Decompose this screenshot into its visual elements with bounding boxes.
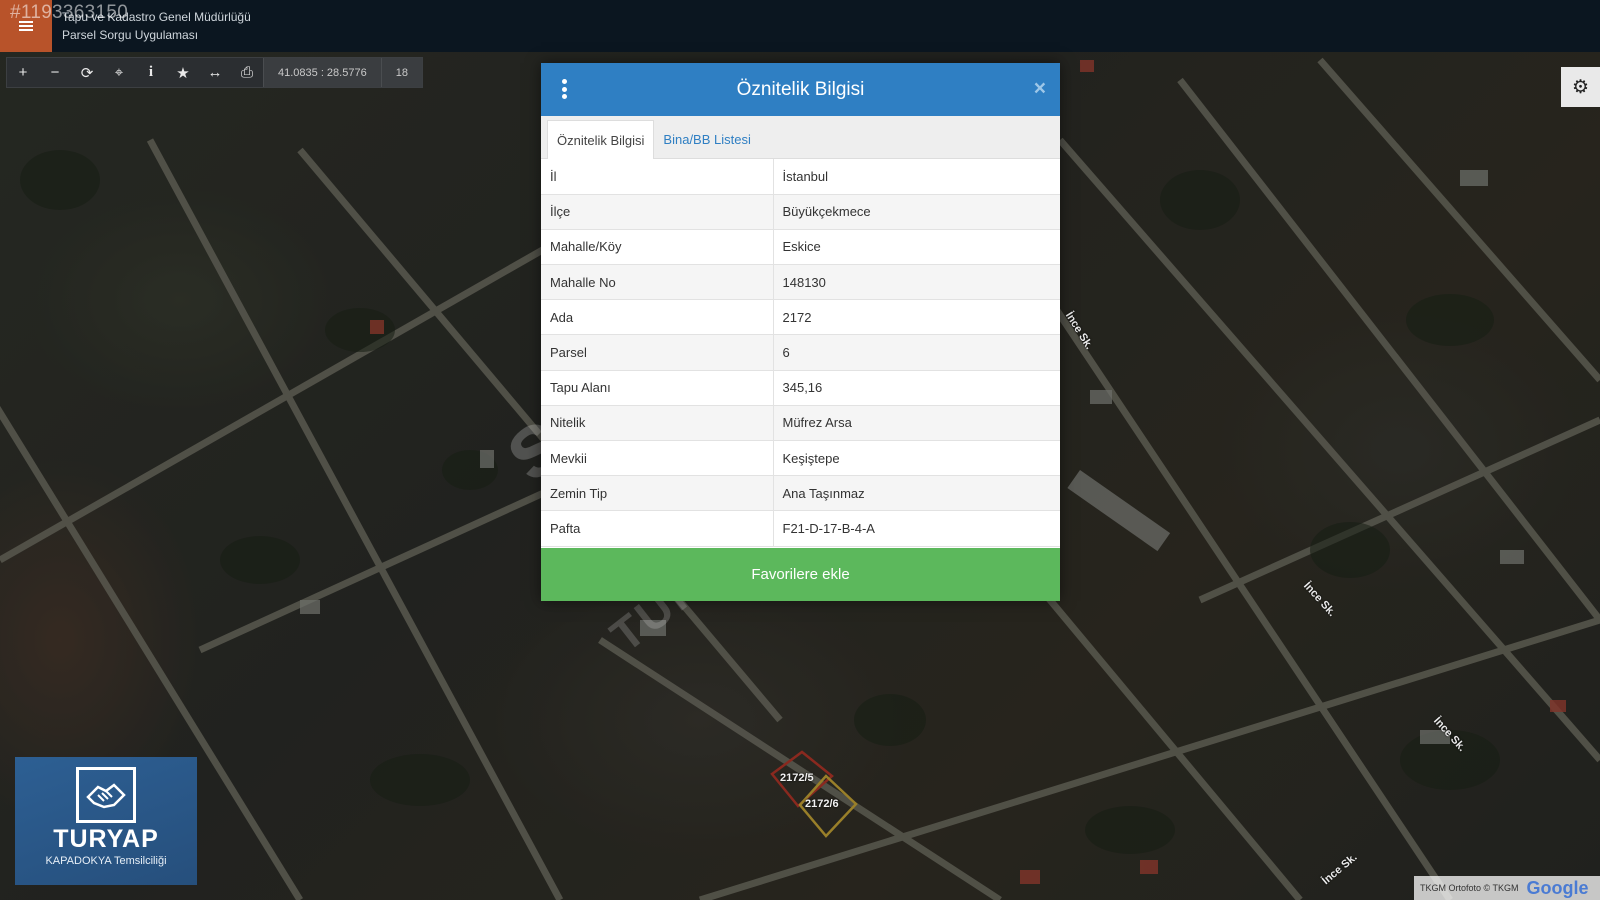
google-logo: Google: [1526, 877, 1589, 898]
attr-value: 345,16: [773, 370, 1060, 406]
attr-key: Nitelik: [541, 405, 774, 442]
listing-id-watermark: #1193363150: [10, 2, 129, 23]
logo-branch: KAPADOKYA Temsilciliği: [45, 855, 167, 867]
coordinate-readout: 41.0835 : 28.5776: [263, 58, 381, 87]
settings-button[interactable]: ⚙: [1561, 67, 1600, 107]
attr-value: Müfrez Arsa: [773, 405, 1060, 442]
dialog-header: Öznitelik Bilgisi ×: [541, 63, 1060, 116]
attr-value: 2172: [773, 299, 1060, 336]
logo-name: TURYAP: [53, 825, 159, 853]
attr-value: İstanbul: [773, 159, 1060, 195]
table-row: Pafta F21-D-17-B-4-A: [541, 510, 1060, 547]
table-row: Mahalle No 148130: [541, 264, 1060, 301]
tab-building-list[interactable]: Bina/BB Listesi: [654, 120, 759, 158]
attr-key: Mevkii: [541, 440, 774, 477]
dialog-tabs: Öznitelik Bilgisi Bina/BB Listesi: [541, 116, 1060, 159]
attr-value: Eskice: [773, 229, 1060, 266]
attr-value: Ana Taşınmaz: [773, 475, 1060, 512]
table-row: Parsel 6: [541, 334, 1060, 371]
attr-key: Ada: [541, 299, 774, 336]
attr-key: Zemin Tip: [541, 475, 774, 512]
attr-key: Parsel: [541, 334, 774, 371]
add-to-favorites-button[interactable]: Favorilere ekle: [541, 548, 1060, 601]
refresh-icon[interactable]: ⟳: [71, 58, 103, 87]
table-row: Mevkii Keşiştepe: [541, 440, 1060, 477]
print-icon[interactable]: ⎙: [231, 58, 263, 87]
attr-value: 6: [773, 334, 1060, 371]
gear-icon: ⚙: [1571, 76, 1590, 98]
attr-key: İlçe: [541, 194, 774, 230]
locate-icon[interactable]: ⌖: [103, 58, 135, 87]
app-header: Tapu ve Kadastro Genel Müdürlüğü Parsel …: [0, 0, 1600, 52]
attr-value: Büyükçekmece: [773, 194, 1060, 230]
zoom-out-icon[interactable]: −: [39, 58, 71, 87]
handshake-icon: [76, 767, 136, 823]
attr-key: Tapu Alanı: [541, 370, 774, 406]
star-icon[interactable]: ★: [167, 58, 199, 87]
table-row: Zemin Tip Ana Taşınmaz: [541, 475, 1060, 512]
attr-key: İl: [541, 159, 774, 195]
attr-value: F21-D-17-B-4-A: [773, 510, 1060, 547]
attr-key: Mahalle/Köy: [541, 229, 774, 266]
table-row: İl İstanbul: [541, 159, 1060, 195]
zoom-in-icon[interactable]: +: [7, 58, 39, 87]
attr-key: Pafta: [541, 510, 774, 547]
more-options-icon[interactable]: [561, 79, 567, 99]
attribute-table: İl İstanbul İlçe Büyükçekmece Mahalle/Köy E…: [541, 159, 1060, 547]
table-row: Mahalle/Köy Eskice: [541, 229, 1060, 266]
tab-attribute-info[interactable]: Öznitelik Bilgisi: [547, 120, 655, 159]
map-attribution: TKGM Ortofoto © TKGM Google: [1414, 876, 1600, 900]
parcel-label: 2172/5: [780, 772, 814, 784]
table-row: Tapu Alanı 345,16: [541, 370, 1060, 406]
table-row: Ada 2172: [541, 299, 1060, 336]
attr-key: Mahalle No: [541, 264, 774, 301]
table-row: Nitelik Müfrez Arsa: [541, 405, 1060, 442]
attribution-text: TKGM Ortofoto © TKGM: [1420, 883, 1519, 893]
table-row: İlçe Büyükçekmece: [541, 194, 1060, 230]
zoom-level-readout: 18: [380, 58, 422, 87]
attr-value: Keşiştepe: [773, 440, 1060, 477]
info-icon[interactable]: i: [135, 58, 167, 87]
parcel-label: 2172/6: [805, 798, 839, 810]
app-name: Parsel Sorgu Uygulaması: [62, 28, 199, 42]
map-toolbar: + − ⟳ ⌖ i ★ ↔ ⎙ 41.0835 : 28.5776 18: [6, 57, 423, 88]
attr-value: 148130: [773, 264, 1060, 301]
measure-icon[interactable]: ↔: [199, 58, 231, 87]
attribute-info-dialog: Öznitelik Bilgisi × Öznitelik Bilgisi Bi…: [541, 63, 1060, 601]
dialog-title: Öznitelik Bilgisi: [736, 78, 865, 100]
close-icon[interactable]: ×: [1034, 77, 1046, 101]
turyap-logo: TURYAP KAPADOKYA Temsilciliği: [15, 757, 197, 885]
